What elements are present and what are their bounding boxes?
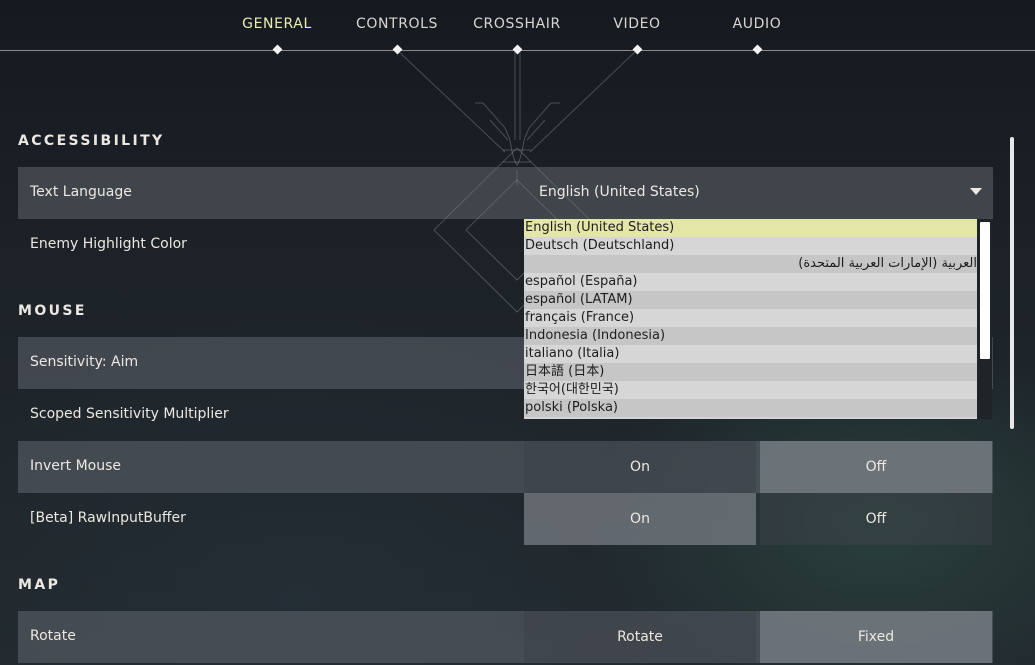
tab-general[interactable]: GENERAL bbox=[207, 16, 347, 36]
sensitivity-aim-label: Sensitivity: Aim bbox=[30, 354, 139, 370]
rotate-rotate-button[interactable]: Rotate bbox=[524, 611, 756, 663]
diamond-icon bbox=[392, 44, 402, 55]
language-option[interactable]: English (United States) bbox=[524, 219, 977, 237]
section-mouse: MOUSE bbox=[18, 303, 87, 319]
language-dropdown-list[interactable]: English (United States) Deutsch (Deutsch… bbox=[524, 219, 977, 419]
diamond-icon bbox=[632, 44, 642, 55]
invert-mouse-off-button[interactable]: Off bbox=[760, 441, 992, 493]
diamond-icon bbox=[272, 44, 282, 55]
rotate-label: Rotate bbox=[30, 628, 76, 644]
text-language-label: Text Language bbox=[30, 184, 132, 200]
language-option[interactable]: français (France) bbox=[524, 309, 977, 327]
chevron-down-icon[interactable] bbox=[970, 188, 982, 195]
raw-input-buffer-label: [Beta] RawInputBuffer bbox=[30, 510, 186, 526]
language-option[interactable]: polski (Polska) bbox=[524, 399, 977, 417]
raw-input-buffer-on-button[interactable]: On bbox=[524, 493, 756, 545]
text-language-row: Text Language English (United States) bbox=[18, 167, 993, 219]
text-language-select[interactable]: English (United States) bbox=[539, 184, 700, 200]
language-option[interactable]: italiano (Italia) bbox=[524, 345, 977, 363]
section-accessibility: ACCESSIBILITY bbox=[18, 133, 165, 149]
language-option[interactable]: 한국어(대한민국) bbox=[524, 381, 977, 399]
diamond-icon bbox=[512, 44, 522, 55]
page-scrollbar[interactable] bbox=[1010, 137, 1014, 429]
enemy-highlight-label: Enemy Highlight Color bbox=[30, 236, 187, 252]
language-option[interactable]: Deutsch (Deutschland) bbox=[524, 237, 977, 255]
tab-video[interactable]: VIDEO bbox=[567, 16, 707, 36]
raw-input-buffer-off-button[interactable]: Off bbox=[760, 493, 992, 545]
language-option[interactable]: español (LATAM) bbox=[524, 291, 977, 309]
invert-mouse-label: Invert Mouse bbox=[30, 458, 122, 474]
invert-mouse-on-button[interactable]: On bbox=[524, 441, 756, 493]
language-option[interactable]: español (España) bbox=[524, 273, 977, 291]
top-navigation: GENERAL CONTROLS CROSSHAIR VIDEO AUDIO bbox=[0, 0, 1035, 55]
rotate-fixed-button[interactable]: Fixed bbox=[760, 611, 992, 663]
dropdown-scrollbar-thumb[interactable] bbox=[980, 222, 990, 359]
diamond-icon bbox=[752, 44, 762, 55]
tab-crosshair[interactable]: CROSSHAIR bbox=[447, 16, 587, 36]
tab-audio[interactable]: AUDIO bbox=[687, 16, 827, 36]
language-option[interactable]: Indonesia (Indonesia) bbox=[524, 327, 977, 345]
language-option[interactable]: 日本語 (日本) bbox=[524, 363, 977, 381]
raw-input-buffer-row: [Beta] RawInputBuffer On Off bbox=[18, 493, 993, 545]
section-map: MAP bbox=[18, 577, 61, 593]
rotate-row: Rotate Rotate Fixed bbox=[18, 611, 993, 663]
invert-mouse-row: Invert Mouse On Off bbox=[18, 441, 993, 493]
language-option[interactable]: العربية (الإمارات العربية المتحدة) bbox=[524, 255, 977, 273]
scoped-sensitivity-label: Scoped Sensitivity Multiplier bbox=[30, 406, 229, 422]
tab-controls[interactable]: CONTROLS bbox=[327, 16, 467, 36]
